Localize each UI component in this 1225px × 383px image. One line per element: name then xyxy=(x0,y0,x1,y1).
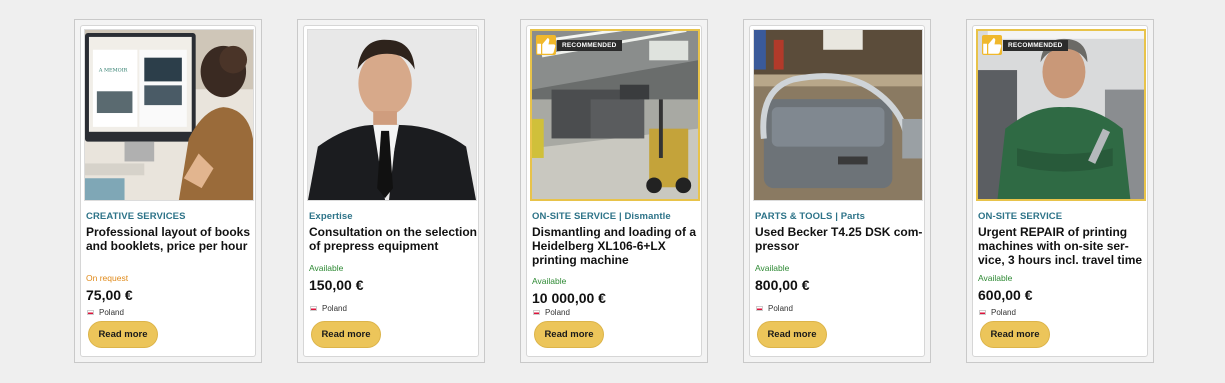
product-image-technician[interactable]: RECOMMENDED xyxy=(976,29,1146,201)
svg-text:A MEMOIR: A MEMOIR xyxy=(98,68,128,74)
card-location: Poland xyxy=(979,308,1016,317)
location-label: Poland xyxy=(991,308,1016,317)
product-image-print-hall[interactable]: RECOMMENDED xyxy=(530,29,700,201)
availability-status: Available xyxy=(532,276,567,286)
product-image-layout-designer[interactable]: A MEMOIR xyxy=(84,29,254,201)
card-location: Poland xyxy=(533,308,570,317)
card-location: Poland xyxy=(87,308,124,317)
location-label: Poland xyxy=(768,304,793,313)
card-body: RECOMMENDED ON-SITE SERVICE | Dismantle … xyxy=(526,25,702,357)
poland-flag-icon xyxy=(87,310,94,315)
read-more-button[interactable]: Read more xyxy=(311,321,381,348)
card-price: 150,00 € xyxy=(309,277,364,293)
card-category: CREATIVE SERVICES xyxy=(86,211,186,222)
card-location: Poland xyxy=(310,304,347,313)
card-title[interactable]: Professional layout of books and booklet… xyxy=(86,225,254,253)
card-category: ON-SITE SERVICE | Dismantle xyxy=(532,211,671,222)
product-card[interactable]: RECOMMENDED ON-SITE SERVICE Urgent REPAI… xyxy=(966,19,1154,363)
recommended-badge: RECOMMENDED xyxy=(536,35,622,55)
availability-status: Available xyxy=(978,273,1013,283)
thumbs-up-icon xyxy=(536,35,556,55)
availability-status: Available xyxy=(309,263,344,273)
card-body: RECOMMENDED ON-SITE SERVICE Urgent REPAI… xyxy=(972,25,1148,357)
availability-status: Available xyxy=(755,263,790,273)
card-body: Expertise Consultation on the selection … xyxy=(303,25,479,357)
read-more-button[interactable]: Read more xyxy=(980,321,1050,348)
card-price: 75,00 € xyxy=(86,287,133,303)
card-price: 800,00 € xyxy=(755,277,810,293)
poland-flag-icon xyxy=(533,310,540,315)
product-card[interactable]: PARTS & TOOLS | Parts Used Becker T4.25 … xyxy=(743,19,931,363)
recommended-label: RECOMMENDED xyxy=(557,39,622,51)
availability-status: On request xyxy=(86,273,129,283)
recommended-badge: RECOMMENDED xyxy=(982,35,1068,55)
card-title[interactable]: Consultation on the selection of prepres… xyxy=(309,225,477,253)
location-label: Poland xyxy=(99,308,124,317)
recommended-label: RECOMMENDED xyxy=(1003,39,1068,51)
card-category: Expertise xyxy=(309,211,353,222)
thumbs-up-icon xyxy=(982,35,1002,55)
location-label: Poland xyxy=(545,308,570,317)
card-location: Poland xyxy=(756,304,793,313)
card-price: 10 000,00 € xyxy=(532,290,606,306)
card-category: ON-SITE SERVICE xyxy=(978,211,1063,222)
product-image-consultant[interactable] xyxy=(307,29,477,201)
card-title[interactable]: Dismantling and loading of a Heidelberg … xyxy=(532,225,700,267)
poland-flag-icon xyxy=(310,306,317,311)
read-more-button[interactable]: Read more xyxy=(757,321,827,348)
card-title[interactable]: Urgent REPAIR of printing machines with … xyxy=(978,225,1146,267)
card-category: PARTS & TOOLS | Parts xyxy=(755,211,865,222)
read-more-button[interactable]: Read more xyxy=(534,321,604,348)
card-price: 600,00 € xyxy=(978,287,1033,303)
location-label: Poland xyxy=(322,304,347,313)
card-title[interactable]: Used Becker T4.25 DSK com-pressor xyxy=(755,225,923,253)
read-more-button[interactable]: Read more xyxy=(88,321,158,348)
poland-flag-icon xyxy=(979,310,986,315)
product-image-compressor[interactable] xyxy=(753,29,923,201)
product-card[interactable]: Expertise Consultation on the selection … xyxy=(297,19,485,363)
card-body: A MEMOIR CREATIVE SERVICES Professional … xyxy=(80,25,256,357)
card-body: PARTS & TOOLS | Parts Used Becker T4.25 … xyxy=(749,25,925,357)
poland-flag-icon xyxy=(756,306,763,311)
product-card[interactable]: RECOMMENDED ON-SITE SERVICE | Dismantle … xyxy=(520,19,708,363)
product-card[interactable]: A MEMOIR CREATIVE SERVICES Professional … xyxy=(74,19,262,363)
